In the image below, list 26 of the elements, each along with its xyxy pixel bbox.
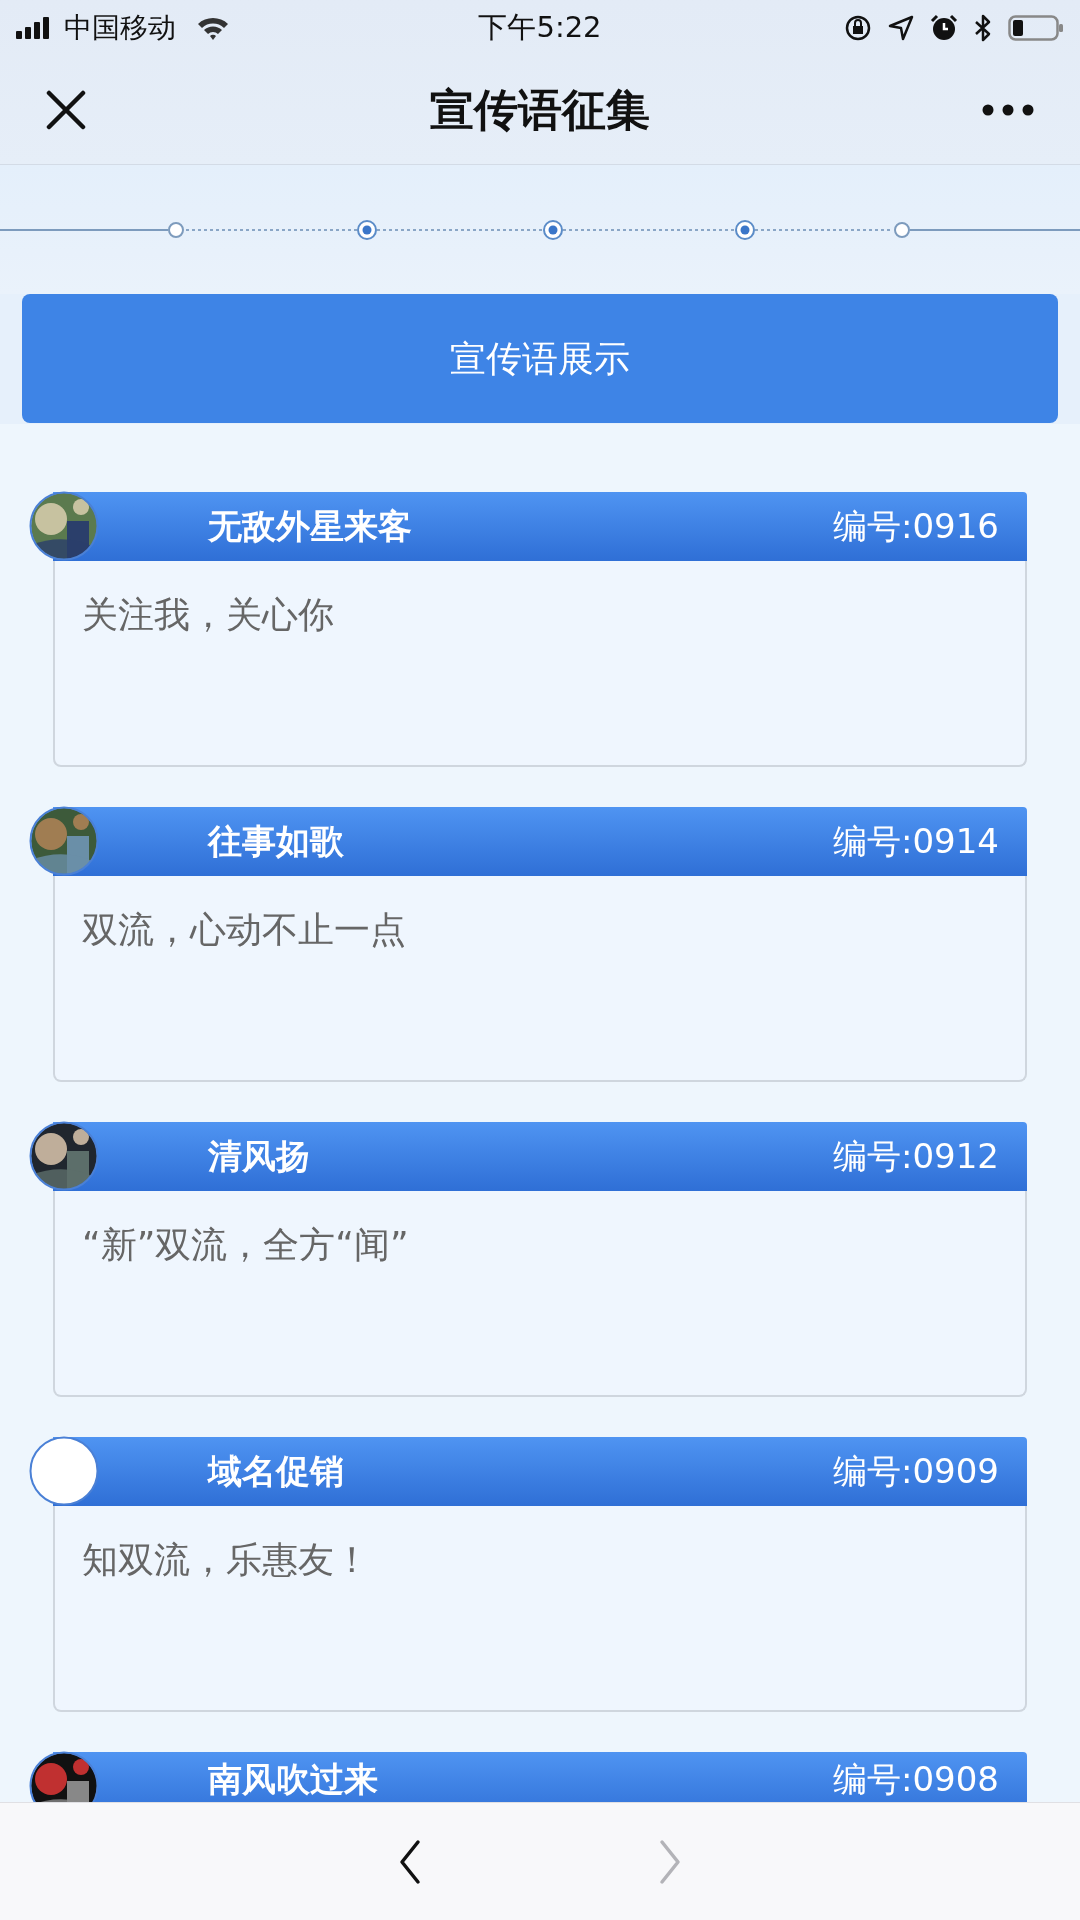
slogan-text: 双流，心动不止一点	[82, 909, 406, 950]
status-time: 下午5:22	[478, 8, 602, 46]
more-icon	[982, 103, 1034, 116]
entry-number: 编号:0912	[833, 1135, 999, 1178]
entry-number: 编号:0909	[833, 1450, 999, 1493]
slogan-text: 关注我，关心你	[82, 594, 334, 635]
author-name: 域名促销	[208, 1450, 344, 1493]
location-arrow-icon	[888, 14, 914, 41]
author-name: 无敌外星来客	[208, 505, 412, 548]
battery-icon	[1008, 13, 1064, 42]
slogan-text: “新”双流，全方“闻”	[82, 1224, 409, 1265]
rotation-lock-icon	[844, 13, 872, 42]
entry-number: 编号:0914	[833, 820, 999, 863]
page-title: 宣传语征集	[430, 82, 650, 137]
author-name: 往事如歌	[208, 820, 344, 863]
author-name: 清风扬	[208, 1135, 310, 1178]
avatar-icon	[29, 1436, 99, 1506]
alarm-clock-icon	[930, 13, 958, 42]
bluetooth-icon	[974, 12, 992, 43]
author-name: 南风吹过来	[208, 1758, 378, 1801]
slogan-text: 知双流，乐惠友！	[82, 1539, 370, 1580]
showcase-button[interactable]: 宣传语展示	[22, 294, 1058, 423]
entry-number: 编号:0908	[833, 1758, 999, 1801]
carrier-name: 中国移动	[64, 9, 176, 46]
entry-number: 编号:0916	[833, 505, 999, 548]
close-icon	[46, 89, 86, 130]
